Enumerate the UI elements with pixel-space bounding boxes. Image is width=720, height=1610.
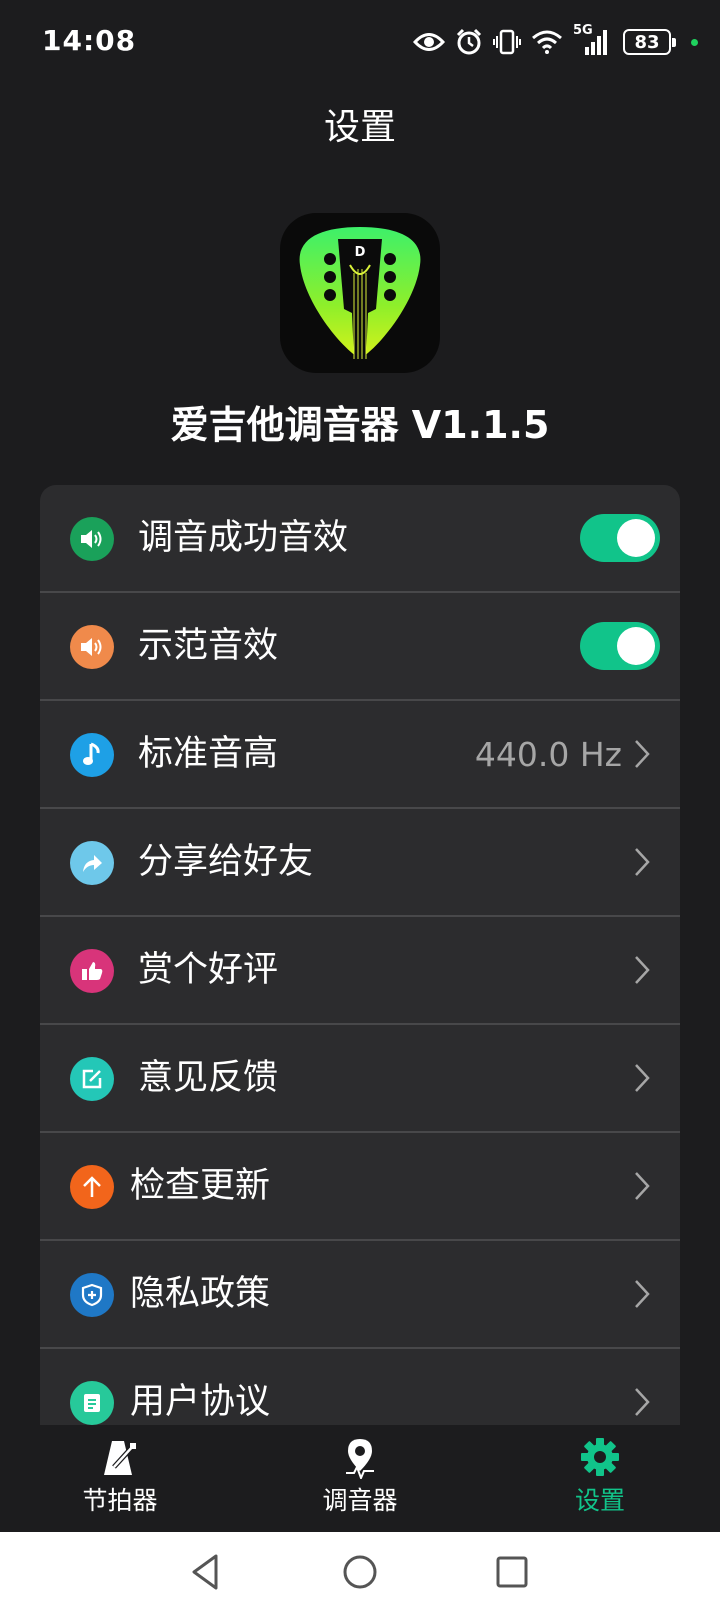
status-bar: 14:08 5G 83 — [0, 0, 720, 84]
svg-text:D: D — [355, 245, 366, 260]
app-name-version: 爱吉他调音器 V1.1.5 — [170, 403, 550, 447]
vibrate-icon — [493, 29, 521, 55]
toggle-knob — [617, 627, 655, 665]
setting-agreement[interactable]: 用户协议 — [40, 1349, 680, 1425]
tab-metronome[interactable]: 节拍器 — [40, 1425, 200, 1532]
setting-label: 示范音效 — [138, 626, 279, 666]
music-note-icon — [70, 733, 114, 777]
home-icon[interactable] — [338, 1550, 382, 1594]
tab-label: 设置 — [574, 1486, 625, 1515]
chevron-right-icon — [635, 1280, 650, 1308]
tab-tuner[interactable]: 调音器 — [280, 1425, 440, 1532]
wifi-icon — [532, 30, 562, 54]
tab-settings[interactable]: 设置 — [520, 1425, 680, 1532]
setting-label: 隐私政策 — [130, 1274, 271, 1314]
signal-icon: 5G — [573, 23, 613, 57]
setting-update[interactable]: 检查更新 — [40, 1133, 680, 1241]
chevron-right-icon — [635, 1172, 650, 1200]
setting-standard-pitch[interactable]: 标准音高 440.0 Hz — [40, 701, 680, 809]
setting-label: 意见反馈 — [138, 1058, 279, 1098]
chevron-right-icon — [635, 740, 650, 768]
speaker-icon — [70, 625, 114, 669]
chevron-right-icon — [635, 848, 650, 876]
setting-label: 用户协议 — [130, 1382, 271, 1422]
speaker-icon — [70, 517, 114, 561]
chevron-right-icon — [635, 1388, 650, 1416]
eye-icon — [413, 33, 445, 51]
setting-label: 分享给好友 — [138, 842, 314, 882]
guitar-pick-headstock-logo: D — [299, 227, 421, 359]
edit-icon — [70, 1057, 114, 1101]
setting-privacy[interactable]: 隐私政策 — [40, 1241, 680, 1349]
recents-icon[interactable] — [490, 1550, 534, 1594]
battery-level: 83 — [634, 31, 660, 53]
bottom-tab-bar: 节拍器 调音器 设置 — [0, 1425, 720, 1532]
setting-label: 赏个好评 — [138, 950, 279, 990]
metronome-icon — [104, 1441, 136, 1475]
setting-rate[interactable]: 赏个好评 — [40, 917, 680, 1025]
setting-label: 检查更新 — [130, 1166, 271, 1206]
tuner-pin-icon — [346, 1439, 374, 1479]
settings-list: 调音成功音效 示范音效 标准音高 440.0 Hz 分享给好友 赏个好评 意见反… — [40, 485, 680, 1425]
shield-plus-icon — [70, 1273, 114, 1317]
setting-tune-success-sound: 调音成功音效 — [40, 485, 680, 593]
toggle-knob — [617, 519, 655, 557]
alarm-icon — [456, 28, 482, 55]
setting-label: 标准音高 — [138, 734, 279, 774]
arrow-up-icon — [70, 1165, 114, 1209]
document-icon — [70, 1381, 114, 1425]
status-time: 14:08 — [42, 24, 137, 57]
setting-demo-sound: 示范音效 — [40, 593, 680, 701]
app-logo: D — [280, 213, 440, 373]
tune-success-sound-toggle[interactable] — [580, 514, 660, 562]
battery-icon: 83 — [623, 29, 676, 55]
gear-icon — [581, 1438, 619, 1476]
system-nav-bar — [0, 1532, 720, 1610]
standard-pitch-value: 440.0 Hz — [474, 735, 622, 774]
tab-label: 调音器 — [322, 1486, 398, 1515]
chevron-right-icon — [635, 1064, 650, 1092]
setting-share[interactable]: 分享给好友 — [40, 809, 680, 917]
privacy-indicator-dot — [691, 38, 698, 46]
demo-sound-toggle[interactable] — [580, 622, 660, 670]
status-icons: 5G 83 — [413, 23, 698, 60]
setting-label: 调音成功音效 — [138, 518, 349, 558]
page-title: 设置 — [323, 107, 396, 148]
tab-label: 节拍器 — [82, 1486, 158, 1515]
chevron-right-icon — [635, 956, 650, 984]
share-arrow-icon — [70, 841, 114, 885]
thumbs-up-icon — [70, 949, 114, 993]
setting-feedback[interactable]: 意见反馈 — [40, 1025, 680, 1133]
back-icon[interactable] — [184, 1550, 228, 1594]
